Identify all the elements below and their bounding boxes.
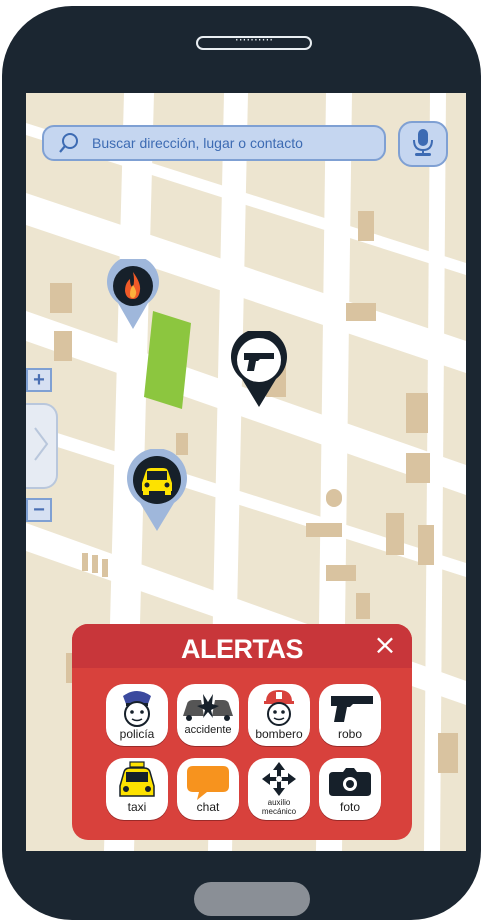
taxi-marker[interactable] — [124, 448, 190, 538]
alert-robbery-label: robo — [337, 727, 363, 741]
search-input[interactable]: Buscar dirección, lugar o contacto — [92, 135, 303, 151]
zoom-in-button[interactable]: + — [26, 368, 52, 392]
alert-taxi-label: taxi — [127, 800, 147, 814]
fire-icon — [107, 255, 159, 329]
side-panel-toggle[interactable] — [26, 403, 58, 489]
speaker-grille: ·········· — [196, 34, 312, 50]
fire-marker[interactable] — [104, 255, 162, 336]
close-icon[interactable]: × — [372, 631, 398, 659]
alert-firefighter-label: bombero — [255, 727, 303, 741]
alert-robbery-button[interactable]: robo — [319, 684, 381, 746]
search-icon — [58, 132, 80, 154]
gun-icon — [231, 328, 287, 407]
microphone-icon — [410, 127, 436, 162]
alert-taxi-button[interactable]: taxi — [106, 758, 168, 820]
alert-accident-button[interactable]: accidente — [177, 684, 239, 746]
taxi-icon — [127, 448, 187, 531]
home-button[interactable] — [194, 882, 310, 916]
voice-search-button[interactable] — [398, 121, 448, 167]
alert-firefighter-button[interactable]: bombero — [248, 684, 310, 746]
alerts-panel: ALERTAS × policía accidente bombero robo… — [72, 624, 412, 840]
alert-mechanic-label: auxilio mecánico — [261, 798, 297, 816]
alert-accident-label: accidente — [184, 724, 232, 736]
alert-chat-label: chat — [196, 800, 220, 814]
search-bar[interactable]: Buscar dirección, lugar o contacto — [42, 125, 386, 161]
alert-photo-button[interactable]: foto — [319, 758, 381, 820]
robbery-marker[interactable] — [228, 328, 290, 414]
alerts-title: ALERTAS — [181, 634, 304, 664]
alert-police-label: policía — [119, 727, 155, 741]
zoom-out-button[interactable]: − — [26, 498, 52, 522]
alert-police-button[interactable]: policía — [106, 684, 168, 746]
alert-chat-button[interactable]: chat — [177, 758, 239, 820]
alert-mechanic-button[interactable]: auxilio mecánico — [248, 758, 310, 820]
accident-icon — [183, 694, 233, 721]
alert-photo-label: foto — [339, 800, 360, 814]
chevron-right-icon — [33, 424, 49, 469]
